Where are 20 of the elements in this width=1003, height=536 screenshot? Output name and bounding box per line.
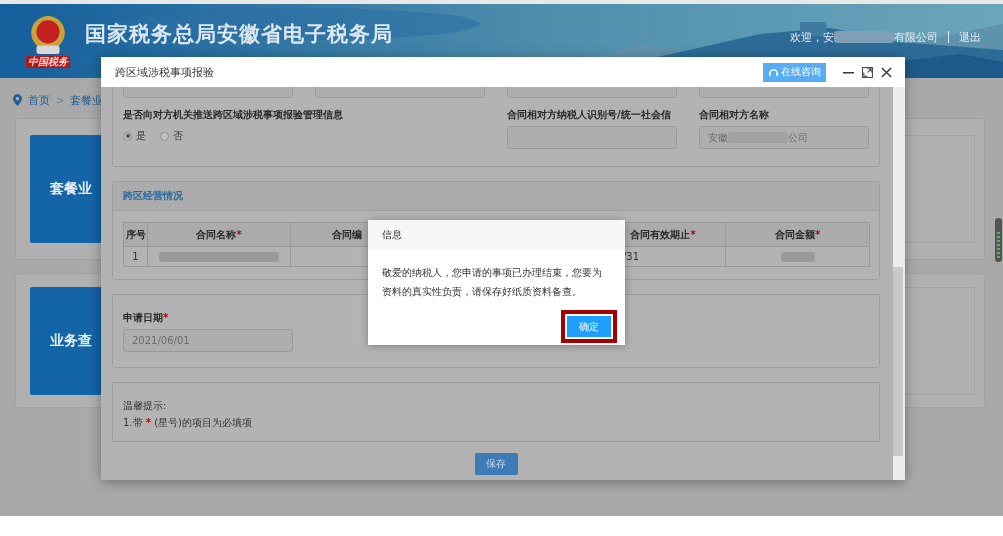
column-header: 合同名称* bbox=[148, 223, 291, 247]
tips-title: 温馨提示: bbox=[123, 399, 168, 413]
site-title: 国家税务总局安徽省电子税务局 bbox=[85, 21, 393, 48]
company-name: 有限公司 bbox=[894, 29, 938, 45]
field-label: 申请日期* bbox=[123, 311, 170, 324]
logo-text: 中国税务 bbox=[26, 56, 70, 68]
table-cell: 1 bbox=[124, 247, 148, 267]
dialog-title: 信息 bbox=[382, 228, 402, 242]
field-label: 是否向对方机关推送跨区域涉税事项报验管理信息 bbox=[123, 108, 344, 121]
column-header: 合同金额* bbox=[726, 223, 870, 247]
section-title: 跨区经营情况 bbox=[123, 189, 183, 203]
welcome-text: 欢迎，安 bbox=[790, 29, 834, 45]
modal-title: 跨区域涉税事项报验 bbox=[115, 64, 214, 80]
field-label: 合同相对方纳税人识别号/统一社会信 bbox=[507, 108, 672, 121]
dialog-message: 敬爱的纳税人，您申请的事项已办理结束，您要为资料的真实性负责，请保存好纸质资料备查。 bbox=[381, 266, 603, 299]
breadcrumb-separator: > bbox=[56, 94, 65, 106]
tip-text: 1.带 * (星号)的项目为必填项 bbox=[123, 416, 253, 430]
field-value: 安徽 bbox=[708, 130, 728, 145]
field-label: 合同相对方名称 bbox=[699, 108, 770, 121]
column-header: 序号 bbox=[124, 223, 148, 247]
